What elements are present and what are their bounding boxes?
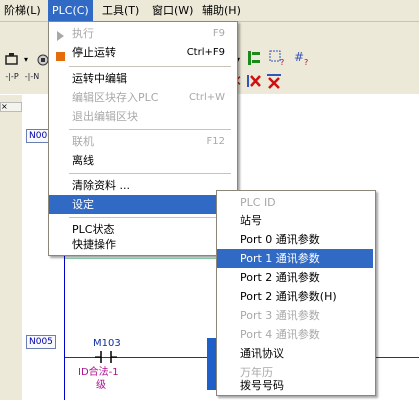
- menu-ladder[interactable]: 阶梯(L): [0, 0, 45, 21]
- submenu-item-port3[interactable]: Port 3 通讯参数: [217, 306, 373, 325]
- menu-help[interactable]: 辅助(H): [198, 0, 245, 21]
- left-panel-strip: [0, 95, 22, 400]
- submenu-item-port0[interactable]: Port 0 通讯参数: [217, 230, 373, 249]
- submenu-item-port2[interactable]: Port 2 通讯参数: [217, 268, 373, 287]
- rung-label: N005: [26, 335, 56, 349]
- menu-item-offline[interactable]: 离线: [49, 151, 235, 170]
- menu-tools[interactable]: 工具(T): [98, 0, 143, 21]
- submenu-item-station[interactable]: 站号: [217, 211, 373, 230]
- contact-n-icon[interactable]: -|-N: [23, 72, 41, 81]
- ladder-green-icon[interactable]: [246, 49, 262, 65]
- submenu-item-port2h[interactable]: Port 2 通讯参数(H): [217, 287, 373, 306]
- menu-separator: [69, 66, 231, 67]
- menu-bar: 阶梯(L) PLC(C) 工具(T) 窗口(W) 辅助(H): [0, 0, 419, 22]
- submenu-item-port1[interactable]: Port 1 通讯参数: [217, 249, 373, 268]
- submenu-item-dial-number[interactable]: 拨号号码: [217, 378, 373, 394]
- submenu-item-plc-id[interactable]: PLC ID: [217, 193, 373, 212]
- menu-separator: [69, 173, 231, 174]
- menu-item-settings[interactable]: 设定 ▶: [49, 195, 235, 214]
- find-blue-icon[interactable]: #?: [293, 49, 309, 67]
- svg-text:?: ?: [304, 58, 308, 67]
- menu-item-run[interactable]: 执行 F9: [49, 24, 235, 43]
- grid-find-icon[interactable]: ?: [269, 49, 285, 67]
- contact-p-icon[interactable]: -|-P: [3, 72, 21, 81]
- rung-line: [65, 258, 217, 259]
- menu-plc[interactable]: PLC(C): [48, 0, 93, 21]
- plc-dropdown-menu: 执行 F9 停止运转 Ctrl+F9 运转中编辑 编辑区块存入PLC Ctrl+…: [48, 21, 238, 256]
- contact-comment: 级: [96, 380, 106, 391]
- submenu-item-port4[interactable]: Port 4 通讯参数: [217, 325, 373, 344]
- menu-separator: [69, 129, 231, 130]
- svg-text:#: #: [294, 50, 304, 64]
- menu-item-stop[interactable]: 停止运转 Ctrl+F9: [49, 43, 235, 62]
- rung-label: N00: [26, 129, 51, 143]
- delete-line-icon[interactable]: [266, 73, 282, 89]
- settings-submenu: PLC ID 站号 Port 0 通讯参数 Port 1 通讯参数 Port 2…: [216, 190, 376, 396]
- menu-window[interactable]: 窗口(W): [148, 0, 197, 21]
- left-panel-close-icon[interactable]: ×: [0, 102, 22, 112]
- submenu-item-protocol[interactable]: 通讯协议: [217, 344, 373, 363]
- menu-item-connect[interactable]: 联机 F12: [49, 132, 235, 151]
- stop-icon: [56, 48, 65, 61]
- contact-name: M103: [93, 338, 121, 349]
- play-icon: [56, 28, 65, 41]
- menu-item-quick-ops[interactable]: 快捷操作 ▶: [49, 235, 235, 254]
- menu-separator: [69, 217, 231, 218]
- delete-column-icon[interactable]: [246, 73, 262, 89]
- menu-item-clear-data[interactable]: 清除资料 ...: [49, 176, 235, 195]
- menu-item-exit-block[interactable]: 退出编辑区块: [49, 107, 235, 126]
- svg-text:?: ?: [280, 58, 284, 67]
- menu-item-save-block[interactable]: 编辑区块存入PLC Ctrl+W: [49, 88, 235, 107]
- dropdown-arrow-icon[interactable]: ▾: [18, 52, 34, 68]
- menu-item-online-edit[interactable]: 运转中编辑: [49, 69, 235, 88]
